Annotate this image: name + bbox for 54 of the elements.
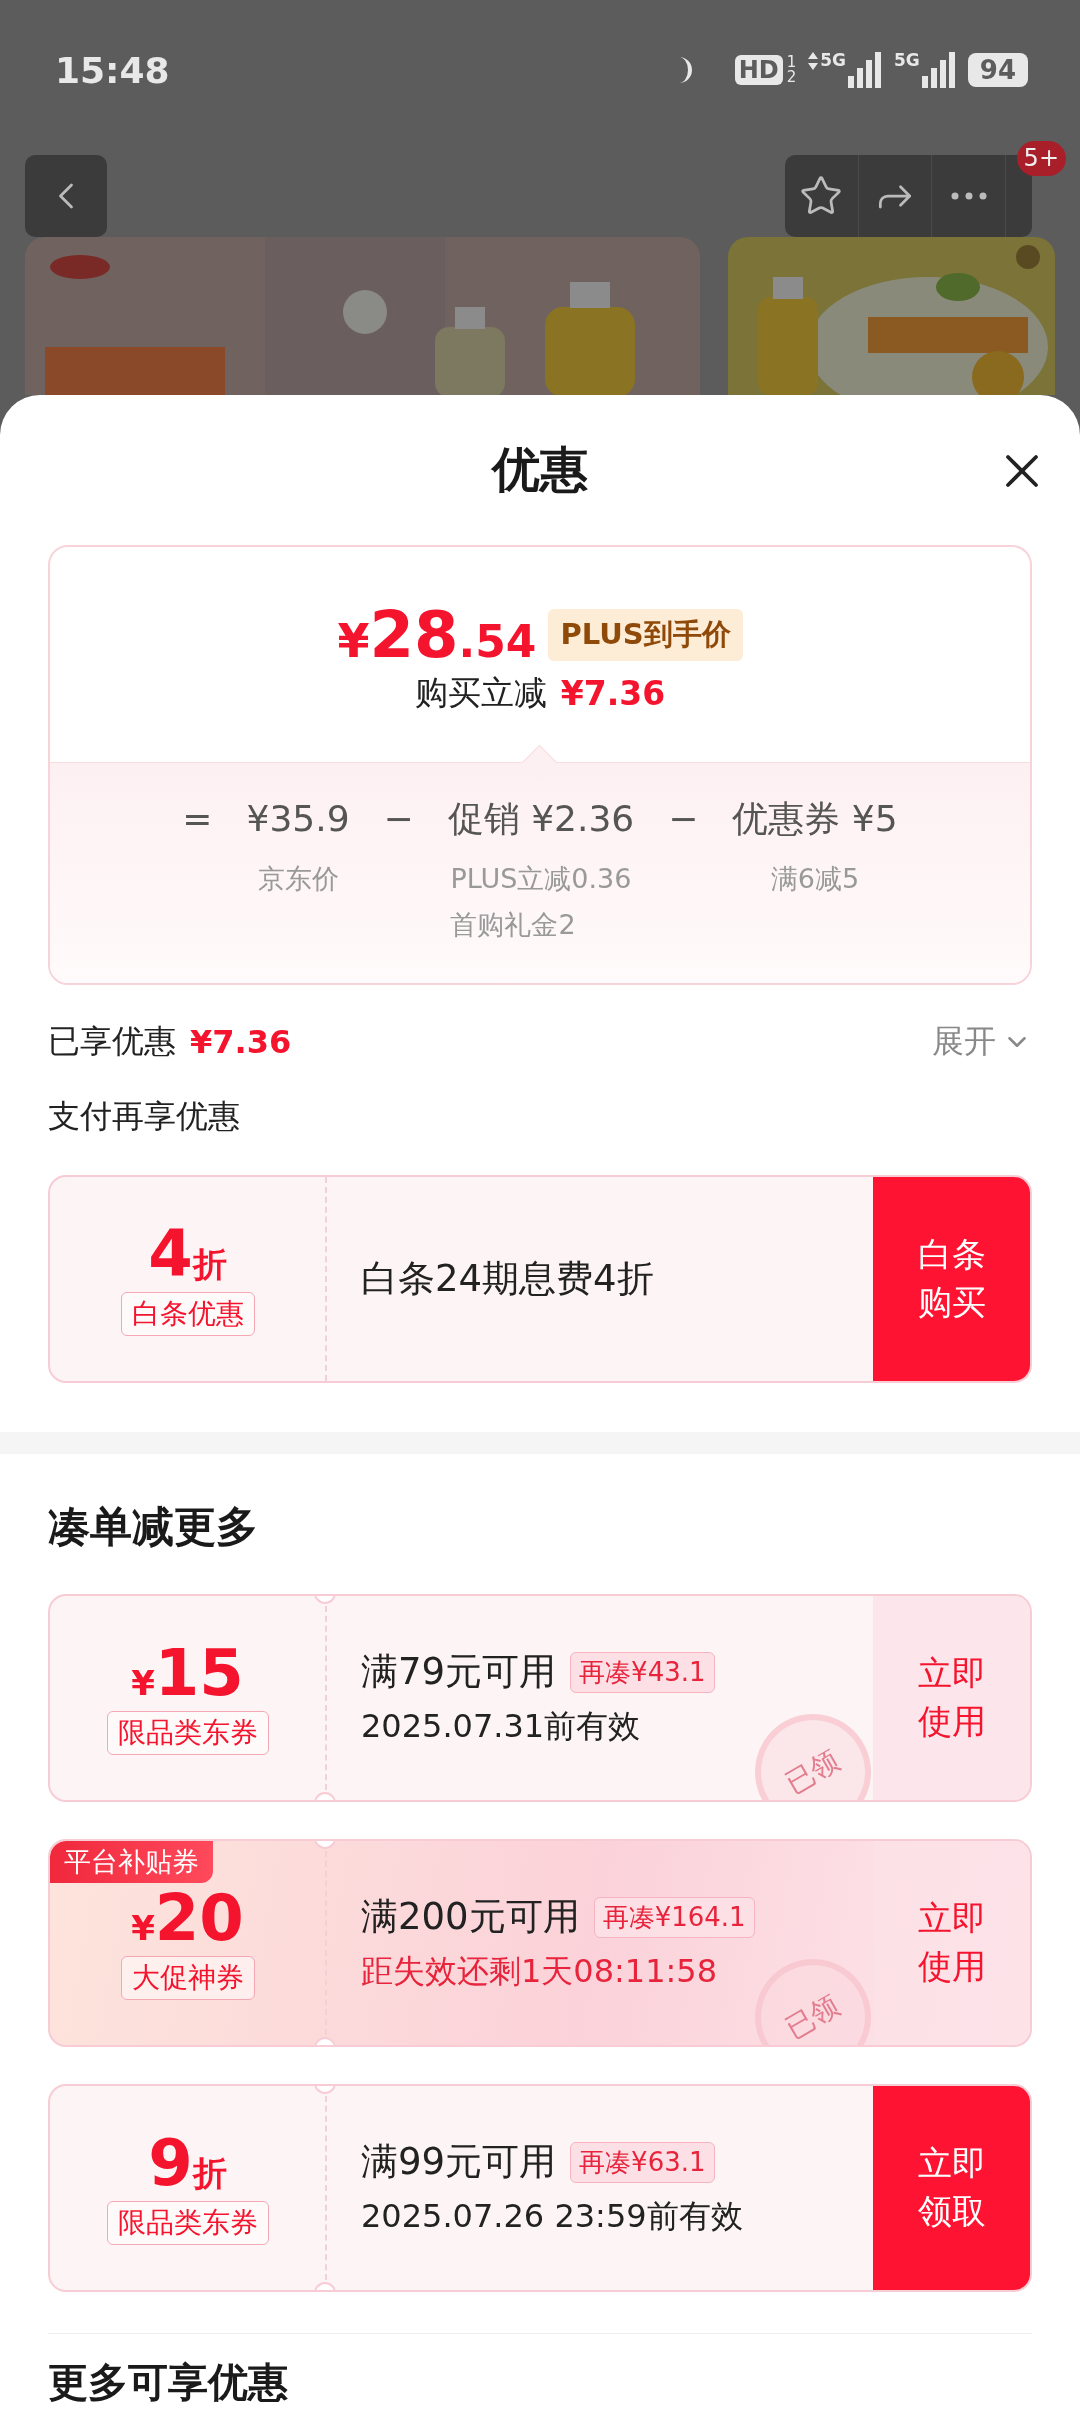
- section-title: 更多可享优惠: [48, 2358, 289, 2406]
- breakdown-note: 京东价: [257, 862, 339, 896]
- discount-value: 4折: [148, 1222, 227, 1286]
- network-type: 5G: [820, 52, 846, 69]
- operator-sign: =: [182, 797, 213, 841]
- final-price: ¥28.54: [337, 603, 537, 667]
- validity-date: 2025.07.26 23:59前有效: [361, 2196, 744, 2237]
- coupon-condition: 满200元可用: [361, 1894, 580, 1940]
- coupon-condition: 满99元可用: [361, 2139, 557, 2185]
- breakdown-note: 首购礼金2: [450, 908, 576, 942]
- coupon-tag: 限品类东券: [106, 2201, 269, 2245]
- network-type: 5G: [894, 52, 920, 69]
- breakdown-amount: ¥35.9: [246, 797, 350, 841]
- validity-date: 2025.07.31前有效: [361, 1706, 642, 1747]
- signal-icon: [848, 52, 882, 88]
- sheet-title: 优惠: [492, 440, 588, 499]
- battery-level: 94: [967, 53, 1028, 87]
- coupon-condition: 满79元可用: [361, 1649, 557, 1695]
- baitiao-buy-button[interactable]: 白条购买: [873, 1177, 1030, 1381]
- more-icon: [950, 192, 987, 200]
- claim-button[interactable]: 立即领取: [873, 2086, 1030, 2290]
- countdown-text: 距失效还剩1天08:11:58: [361, 1951, 719, 1992]
- enjoyed-amount: ¥7.36: [190, 1023, 292, 1061]
- coupon-ribbon: 平台补贴券: [50, 1841, 213, 1883]
- coupon-value: ¥15: [131, 1641, 244, 1705]
- hd-indicator: HD: [734, 54, 783, 86]
- operator-sign: −: [383, 797, 414, 841]
- remaining-amount-tag: 再凑¥43.1: [570, 1651, 715, 1693]
- clock-time: 15:48: [55, 49, 170, 91]
- enjoyed-label: 已享优惠: [48, 1021, 176, 1062]
- offer-description: 白条24期息费4折: [361, 1256, 655, 1302]
- operator-sign: −: [668, 797, 699, 841]
- breakdown-amount: 促销 ¥2.36: [447, 797, 635, 841]
- breakdown-note: 满6减5: [770, 862, 860, 896]
- remaining-amount-tag: 再凑¥63.1: [570, 2141, 715, 2183]
- breakdown-amount: 优惠券 ¥5: [732, 797, 898, 841]
- saving-label: 购买立减: [414, 672, 547, 714]
- remaining-amount-tag: 再凑¥164.1: [593, 1896, 755, 1938]
- use-button[interactable]: 立即使用: [873, 1596, 1030, 1800]
- message-count-badge: 5+: [1016, 141, 1066, 177]
- offer-tag: 白条优惠: [120, 1292, 255, 1336]
- section-label: 支付再享优惠: [48, 1096, 241, 1137]
- coupon-value: 9折: [148, 2131, 227, 2195]
- price-label-badge: PLUS到手价: [548, 609, 743, 661]
- coupon-tag: 限品类东券: [106, 1711, 269, 1755]
- saving-amount: ¥7.36: [560, 674, 666, 713]
- expand-toggle[interactable]: 展开: [932, 1020, 1032, 1064]
- signal-icon: [921, 52, 956, 88]
- sim-slot-number: 2: [786, 70, 797, 85]
- coupon-tag: 大促神券: [120, 1956, 255, 2000]
- section-title: 凑单减更多: [48, 1501, 259, 1553]
- coupon-value: ¥20: [131, 1886, 244, 1950]
- breakdown-note: PLUS立减0.36: [450, 862, 632, 896]
- sim-slot-number: 1: [786, 55, 797, 70]
